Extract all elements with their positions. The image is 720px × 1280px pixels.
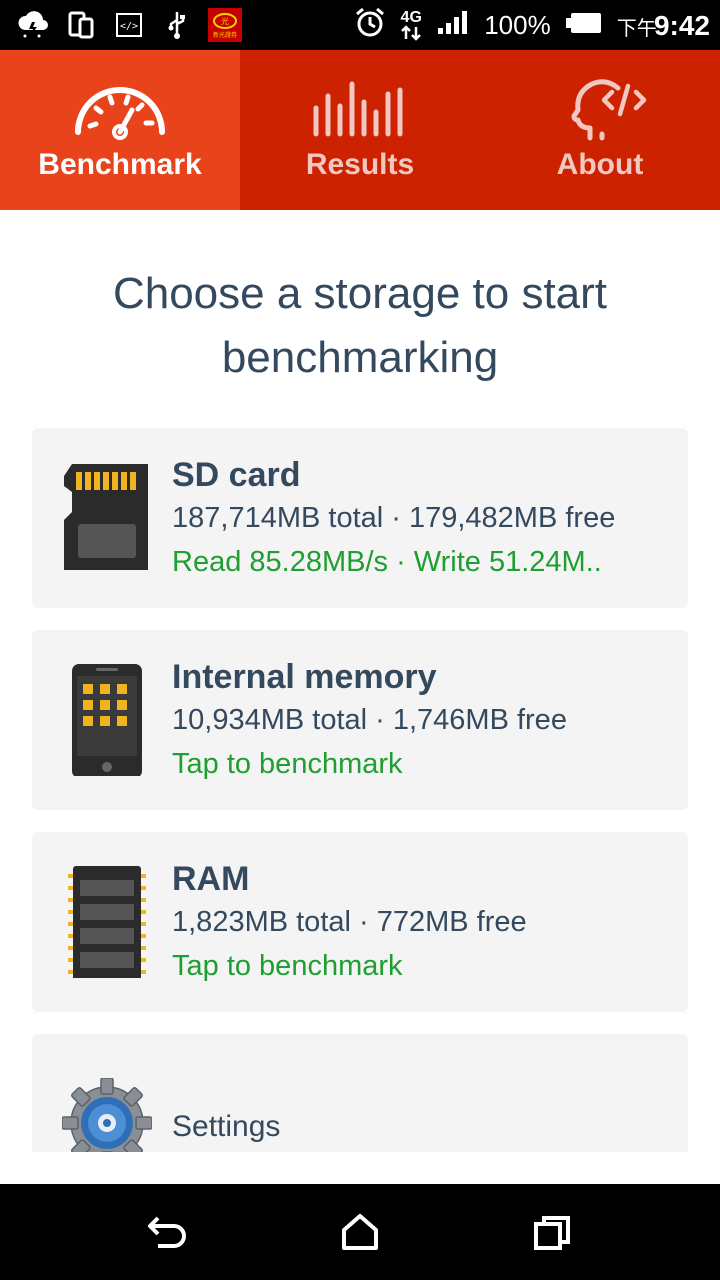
time-prefix: 下午	[616, 17, 657, 40]
tab-label: Results	[305, 148, 415, 181]
storage-size: 10,934MB total · 1,746MB free	[172, 704, 567, 736]
tab-label: About	[556, 148, 644, 181]
home-icon[interactable]	[336, 1212, 384, 1252]
clock: 9:42	[653, 9, 710, 41]
tab-bar: Benchmark Results About	[0, 50, 720, 210]
tab-results[interactable]: Results	[240, 50, 480, 210]
storage-size: 187,714MB total · 179,482MB free	[172, 502, 616, 534]
ram-chip-icon	[68, 866, 146, 978]
settings-card[interactable]: Settings	[32, 1034, 688, 1152]
code-icon: </>	[112, 8, 146, 42]
gear-icon	[62, 1078, 152, 1152]
head-code-icon	[571, 79, 647, 141]
status-bar: </> 光新光證券 4G 100% 下午 9:42	[0, 0, 720, 50]
storage-card-sd[interactable]: SD card 187,714MB total · 179,482MB free…	[32, 428, 688, 608]
storage-title: SD card	[172, 456, 301, 494]
storage-status: Read 85.28MB/s · Write 51.24M..	[172, 546, 602, 578]
storage-title: Internal memory	[172, 658, 437, 696]
signal-icon	[436, 9, 470, 42]
page-title: Choose a storage to start benchmarking	[112, 269, 608, 382]
tab-about[interactable]: About	[480, 50, 720, 210]
tab-label: Benchmark	[38, 148, 202, 181]
storage-card-ram[interactable]: RAM 1,823MB total · 772MB free Tap to be…	[32, 832, 688, 1012]
system-nav-bar	[0, 1184, 720, 1280]
usb-icon	[160, 8, 194, 42]
app-badge-icon: 光新光證券	[208, 8, 242, 42]
settings-label: Settings	[172, 1110, 281, 1143]
storage-status: Tap to benchmark	[172, 748, 403, 780]
recents-icon[interactable]	[528, 1212, 576, 1252]
cloud-lightning-icon	[16, 8, 50, 42]
svg-text:新光證券: 新光證券	[213, 31, 237, 39]
battery-text: 100%	[484, 10, 551, 40]
sd-card-icon	[64, 464, 148, 570]
storage-size: 1,823MB total · 772MB free	[172, 906, 527, 938]
bars-icon	[313, 81, 403, 137]
storage-title: RAM	[172, 860, 250, 898]
network-4g-icon: 4G	[400, 9, 422, 41]
dual-screen-icon	[64, 8, 98, 42]
speedometer-icon	[75, 87, 165, 140]
tab-benchmark[interactable]: Benchmark	[0, 50, 240, 210]
storage-status: Tap to benchmark	[172, 950, 403, 982]
svg-text:</>: </>	[120, 21, 138, 32]
alarm-icon	[354, 6, 386, 45]
svg-text:光: 光	[221, 16, 229, 26]
storage-card-internal[interactable]: Internal memory 10,934MB total · 1,746MB…	[32, 630, 688, 810]
back-icon[interactable]	[144, 1212, 192, 1252]
battery-icon	[565, 10, 603, 41]
phone-icon	[72, 664, 142, 776]
